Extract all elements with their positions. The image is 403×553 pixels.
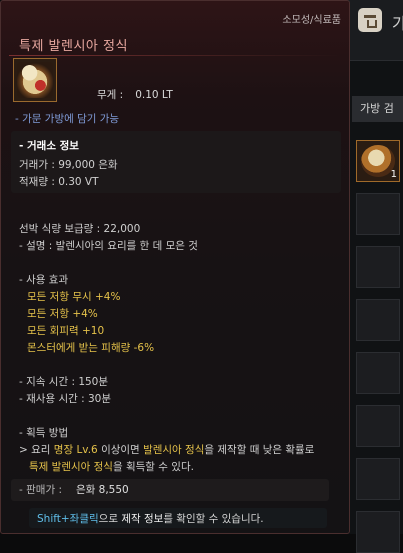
market-stock: 적재량 : 0.30 VT <box>19 176 99 188</box>
sell-price-value: 은화 8,550 <box>75 484 129 496</box>
title-divider <box>9 55 341 56</box>
acquire-text: > 요리 <box>19 444 54 456</box>
acquire-line-1: > 요리 명장 Lv.6 이상이면 발렌시아 정식을 제작할 때 낮은 확률로 <box>19 442 314 457</box>
inventory-slot[interactable] <box>356 193 400 235</box>
inventory-header-title: 가 <box>392 14 403 33</box>
market-info-title: - 거래소 정보 <box>19 140 79 152</box>
weight-value: 0.10 LT <box>135 89 173 101</box>
effect-line: 모든 저항 무시 +4% <box>27 291 121 303</box>
item-description: - 설명 : 발렌시아의 요리를 한 데 모은 것 <box>19 240 198 252</box>
sell-price-label: - 판매가 : <box>19 484 62 496</box>
inventory-slot[interactable] <box>356 246 400 288</box>
effect-line: 몬스터에게 받는 피해량 -6% <box>27 342 155 354</box>
acquire-title: - 획득 방법 <box>19 427 69 439</box>
item-tooltip: 소모성/식료품 특제 발렌시아 정식 무게 : 0.10 LT - 가문 가방에 … <box>0 0 350 534</box>
item-weight: 무게 : 0.10 LT <box>97 87 173 102</box>
acquire-highlight: 명장 Lv.6 <box>53 444 98 456</box>
item-category: 소모성/식료품 <box>282 15 341 26</box>
item-title: 특제 발렌시아 정식 <box>19 39 128 54</box>
food-icon <box>17 62 53 98</box>
inventory-slot[interactable] <box>356 352 400 394</box>
cooking-pot-icon[interactable] <box>358 8 382 32</box>
acquire-highlight: 발렌시아 정식 <box>143 444 205 456</box>
hint-text: 를 확인할 수 있습니다. <box>163 513 264 525</box>
ship-supply: 선박 식량 보급량 : 22,000 <box>19 223 141 235</box>
sell-price: - 판매가 : 은화 8,550 <box>19 482 129 497</box>
bag-search-bar[interactable]: 가방 검 <box>352 96 403 122</box>
acquire-text: 을 획득할 수 있다. <box>112 461 194 473</box>
inventory-slot[interactable] <box>356 458 400 500</box>
hint-highlight: 제작 정보 <box>121 513 164 525</box>
hint-key: Shift+좌클릭 <box>37 513 99 525</box>
item-icon <box>13 58 57 102</box>
hint-text: 으로 <box>98 513 122 525</box>
inventory-slot[interactable] <box>356 299 400 341</box>
weight-label: 무게 : <box>97 89 124 101</box>
acquire-text: 을 제작할 때 낮은 확률로 <box>204 444 315 456</box>
acquire-text: 이상이면 <box>97 444 144 456</box>
crafting-hint: Shift+좌클릭으로 제작 정보를 확인할 수 있습니다. <box>37 511 264 526</box>
effects-title: - 사용 효과 <box>19 274 69 286</box>
acquire-highlight: 특제 발렌시아 정식 <box>29 461 113 473</box>
duration: - 지속 시간 : 150분 <box>19 376 109 388</box>
effect-line: 모든 저항 +4% <box>27 308 98 320</box>
family-bag-note: - 가문 가방에 담기 가능 <box>15 113 120 125</box>
inventory-slot[interactable] <box>356 405 400 447</box>
inventory-slot[interactable] <box>356 511 400 553</box>
cooldown: - 재사용 시간 : 30분 <box>19 393 111 405</box>
item-count: 1 <box>390 169 397 180</box>
market-price: 거래가 : 99,000 은화 <box>19 159 118 171</box>
effect-line: 모든 회피력 +10 <box>27 325 105 337</box>
acquire-line-2: 특제 발렌시아 정식을 획득할 수 있다. <box>29 459 194 474</box>
inventory-slot-item[interactable]: 1 <box>356 140 400 182</box>
